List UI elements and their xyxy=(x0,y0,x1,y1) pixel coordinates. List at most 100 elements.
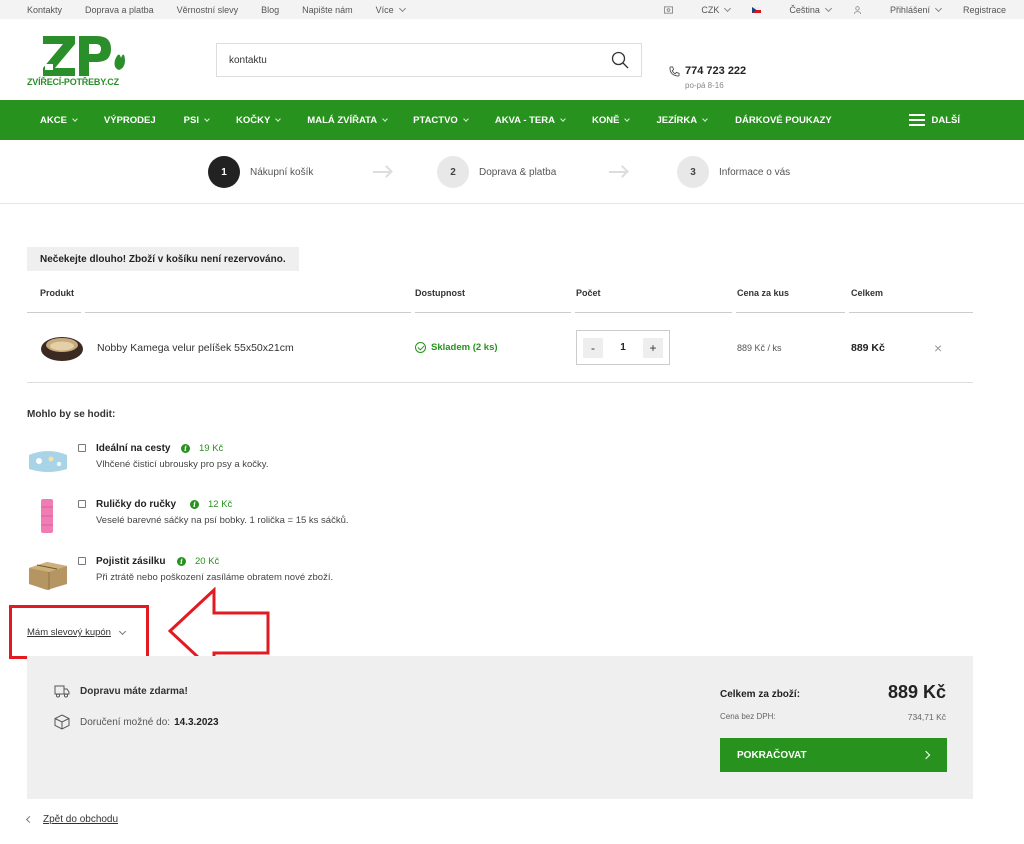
currency-icon xyxy=(664,5,674,14)
register-link[interactable]: Registrace xyxy=(963,5,1006,15)
nav-label: AKCE xyxy=(40,114,67,126)
top-link-loyalty[interactable]: Věrnostní slevy xyxy=(177,5,239,15)
chevron-right-icon xyxy=(921,750,931,760)
suggestion-name: Ideální na cesty xyxy=(96,443,171,454)
nav-label: PSI xyxy=(183,114,199,126)
nav-label: KOČKY xyxy=(235,114,271,126)
nav-item-kone[interactable]: KONĚ xyxy=(592,114,631,126)
nav-label: DÁRKOVÉ POUKAZY xyxy=(735,114,832,126)
nav-item-gift-vouchers[interactable]: DÁRKOVÉ POUKAZY xyxy=(735,115,832,126)
back-label: Zpět do obchodu xyxy=(43,814,119,825)
suggestion-checkbox[interactable] xyxy=(78,444,86,452)
top-link-more-label: Více xyxy=(375,4,394,15)
box-icon xyxy=(54,714,70,730)
nav-label: KONĚ xyxy=(592,114,620,126)
top-link-more[interactable]: Více xyxy=(375,4,406,15)
stock-status: Skladem (2 ks) xyxy=(415,342,498,353)
chevron-down-icon xyxy=(824,4,832,12)
quantity-value[interactable]: 1 xyxy=(620,342,626,353)
search-input[interactable] xyxy=(229,54,611,66)
logo-text: ZVÍŘECÍ-POTŘEBY.CZ xyxy=(27,77,119,87)
row-total: 889 Kč xyxy=(851,342,885,354)
step-cart: 1 Nákupní košík xyxy=(208,156,313,188)
increase-button[interactable]: + xyxy=(643,337,663,358)
nav-item-akva-tera[interactable]: AKVA - TERA xyxy=(494,114,566,126)
top-link-shipping[interactable]: Doprava a platba xyxy=(85,5,154,15)
phone-icon xyxy=(669,66,680,76)
step-number: 1 xyxy=(208,156,240,188)
language-select[interactable]: Čeština xyxy=(752,4,832,15)
cart-table-header: Produkt Dostupnost Počet Cena za kus Cel… xyxy=(27,282,973,313)
suggestion-description: Veselé barevné sáčky na psí bobky. 1 rol… xyxy=(96,515,349,526)
check-circle-icon xyxy=(415,342,426,353)
nav-item-jezirka[interactable]: JEZÍRKA xyxy=(656,114,708,126)
chevron-down-icon xyxy=(702,115,708,122)
chevron-down-icon xyxy=(275,115,282,122)
continue-button[interactable]: POKRAČOVAT xyxy=(720,738,947,772)
free-shipping-label: Dopravu máte zdarma! xyxy=(80,685,188,697)
info-icon[interactable]: i xyxy=(177,557,186,566)
nav-label: JEZÍRKA xyxy=(656,114,698,126)
nav-label: AKVA - TERA xyxy=(494,114,555,126)
order-summary: Dopravu máte zdarma! Doručení možné do: 1… xyxy=(27,656,973,799)
info-icon[interactable]: i xyxy=(190,500,199,509)
top-link-blog[interactable]: Blog xyxy=(261,5,279,15)
col-availability: Dostupnost xyxy=(415,288,465,298)
annotation-highlight-box xyxy=(9,605,149,659)
top-link-contacts[interactable]: Kontakty xyxy=(27,5,62,15)
stock-label: Skladem (2 ks) xyxy=(431,342,498,353)
language-label: Čeština xyxy=(789,4,820,15)
step-number: 2 xyxy=(437,156,469,188)
logo[interactable]: ZVÍŘECÍ-POTŘEBY.CZ xyxy=(27,34,127,89)
product-image[interactable] xyxy=(40,332,84,362)
top-link-write-us[interactable]: Napište nám xyxy=(302,5,353,15)
step-label: Doprava & platba xyxy=(479,166,557,178)
vat-value: 734,71 Kč xyxy=(907,712,946,722)
nav-item-ptactvo[interactable]: PTACTVO xyxy=(413,114,469,126)
czech-flag-icon xyxy=(752,6,762,13)
phone-hours: po-pá 8-16 xyxy=(685,81,724,90)
back-to-shop-link[interactable]: Zpět do obchodu xyxy=(25,814,119,825)
suggestion-checkbox[interactable] xyxy=(78,557,86,565)
search-box[interactable] xyxy=(216,43,642,77)
chevron-left-icon xyxy=(25,815,34,824)
chevron-down-icon xyxy=(382,115,388,122)
nav-more[interactable]: DALŠÍ xyxy=(908,114,960,126)
suggestion-price: 20 Kč xyxy=(195,556,220,567)
menu-icon xyxy=(908,114,925,126)
nav-label: VÝPRODEJ xyxy=(103,114,156,126)
delivery-label: Doručení možné do: xyxy=(80,716,171,728)
total-value: 889 Kč xyxy=(887,682,946,702)
nav-item-vyprodej[interactable]: VÝPRODEJ xyxy=(104,115,156,126)
vat-label: Cena bez DPH: xyxy=(720,712,776,721)
phone-number-row[interactable]: 774 723 222 xyxy=(669,65,746,77)
login-link[interactable]: Přihlášení xyxy=(853,4,943,15)
poop-bags-image xyxy=(41,499,53,533)
wet-wipes-image xyxy=(29,451,67,472)
delivery-date-value: 14.3.2023 xyxy=(174,716,219,728)
chevron-down-icon xyxy=(204,115,210,122)
info-icon[interactable]: i xyxy=(181,444,190,453)
suggestions-title: Mohlo by se hodit: xyxy=(27,409,116,420)
col-product: Produkt xyxy=(40,288,75,298)
phone-number: 774 723 222 xyxy=(685,65,747,77)
chevron-down-icon xyxy=(72,115,78,122)
parcel-image xyxy=(29,562,67,590)
nav-item-psi[interactable]: PSI xyxy=(183,114,210,126)
suggestion-description: Při ztrátě nebo poškození zasíláme obrat… xyxy=(96,572,334,583)
search-icon[interactable] xyxy=(611,51,629,69)
decrease-button[interactable]: - xyxy=(583,337,603,358)
login-label: Přihlášení xyxy=(889,4,930,15)
suggestion-item: Ideální na cesty i 19 Kč Vlhčené čisticí… xyxy=(27,443,627,483)
chevron-down-icon xyxy=(724,4,732,12)
nav-item-mala-zvirata[interactable]: MALÁ ZVÍŘATA xyxy=(307,115,388,126)
currency-select[interactable]: CZK xyxy=(664,4,732,15)
product-name[interactable]: Nobby Kamega velur pelíšek 55x50x21cm xyxy=(97,342,294,354)
free-shipping: Dopravu máte zdarma! xyxy=(54,683,188,699)
remove-item-icon[interactable]: × xyxy=(934,340,942,356)
nav-label: PTACTVO xyxy=(413,114,458,126)
chevron-down-icon xyxy=(398,4,406,12)
suggestion-checkbox[interactable] xyxy=(78,500,86,508)
nav-item-akce[interactable]: AKCE xyxy=(40,114,78,126)
nav-item-kocky[interactable]: KOČKY xyxy=(235,114,282,126)
